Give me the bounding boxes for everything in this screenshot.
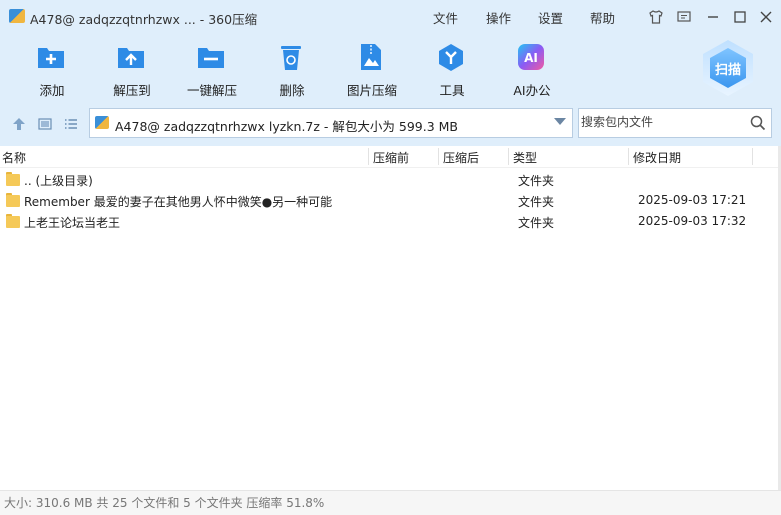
- path-text: A478@ zadqzzqtnrhzwx lyzkn.7z - 解包大小为 59…: [115, 119, 458, 134]
- scan-button[interactable]: 扫描: [703, 40, 753, 96]
- chevron-down-icon[interactable]: [554, 118, 566, 125]
- add-label: 添加: [39, 83, 65, 98]
- column-header: 名称 压缩前 压缩后 类型 修改日期: [0, 146, 781, 168]
- app-logo-icon: [9, 9, 25, 23]
- add-icon: [36, 42, 66, 72]
- column-compressed-before[interactable]: 压缩前: [373, 149, 409, 166]
- file-name: .. (上级目录): [24, 174, 93, 188]
- column-divider[interactable]: [368, 148, 369, 165]
- column-divider[interactable]: [752, 148, 753, 165]
- menu-help[interactable]: 帮助: [590, 8, 615, 27]
- menu-operation[interactable]: 操作: [486, 8, 511, 27]
- scan-label: 扫描: [714, 63, 741, 78]
- skin-shirt-icon[interactable]: [646, 7, 666, 27]
- feedback-icon[interactable]: [674, 7, 694, 27]
- delete-icon: [276, 42, 306, 72]
- search-icon[interactable]: [749, 114, 767, 132]
- column-divider[interactable]: [438, 148, 439, 165]
- list-item[interactable]: .. (上级目录) 文件夹: [0, 169, 778, 190]
- column-modified[interactable]: 修改日期: [633, 149, 681, 166]
- file-type: 文件夹: [518, 216, 555, 230]
- tools-icon: [436, 42, 466, 72]
- list-item[interactable]: Remember 最爱的妻子在其他男人怀中微笑●另一种可能 文件夹 2025-0…: [0, 190, 778, 211]
- column-divider[interactable]: [508, 148, 509, 165]
- file-modified: 2025-09-03 17:32: [638, 214, 747, 228]
- title-bar: A478@ zadqzzqtnrhzwx ... - 360压缩 文件 操作 设…: [0, 0, 781, 34]
- search-box: [578, 108, 772, 138]
- folder-icon: [6, 193, 20, 207]
- ai-office-label: AI办公: [513, 83, 551, 98]
- minimize-icon[interactable]: [703, 7, 723, 27]
- list-item[interactable]: 上老王论坛当老王 文件夹 2025-09-03 17:32: [0, 211, 778, 232]
- close-icon[interactable]: [756, 7, 776, 27]
- ai-icon-text: AI: [524, 51, 538, 65]
- up-arrow-icon[interactable]: [11, 116, 27, 132]
- column-name[interactable]: 名称: [2, 149, 26, 166]
- one-click-extract-button[interactable]: 一键解压: [172, 38, 252, 98]
- delete-button[interactable]: 删除: [252, 38, 332, 98]
- image-compress-icon: [356, 42, 386, 72]
- search-input[interactable]: [579, 109, 741, 135]
- list-view-icon[interactable]: [63, 116, 79, 132]
- status-text: 大小: 310.6 MB 共 25 个文件和 5 个文件夹 压缩率 51.8%: [4, 496, 325, 510]
- extract-to-icon: [116, 42, 146, 72]
- file-type: 文件夹: [518, 174, 555, 188]
- ai-office-icon: AI: [516, 42, 546, 72]
- ai-office-button[interactable]: AI AI办公: [492, 38, 572, 98]
- tools-label: 工具: [439, 83, 465, 98]
- column-type[interactable]: 类型: [513, 149, 537, 166]
- file-modified: 2025-09-03 17:21: [638, 193, 747, 207]
- one-click-extract-label: 一键解压: [186, 83, 237, 98]
- delete-label: 删除: [279, 83, 305, 98]
- tools-button[interactable]: 工具: [412, 38, 492, 98]
- main-toolbar: 添加 解压到 一键解压 删除 图片压缩 工具 AI AI办公 扫描: [0, 34, 781, 102]
- path-field[interactable]: A478@ zadqzzqtnrhzwx lyzkn.7z - 解包大小为 59…: [89, 108, 573, 138]
- file-type: 文件夹: [518, 195, 555, 209]
- address-bar: A478@ zadqzzqtnrhzwx lyzkn.7z - 解包大小为 59…: [0, 102, 781, 146]
- folder-icon: [6, 214, 20, 228]
- thumbnail-view-icon[interactable]: [37, 116, 53, 132]
- file-name: Remember 最爱的妻子在其他男人怀中微笑●另一种可能: [24, 195, 333, 209]
- column-compressed-after[interactable]: 压缩后: [443, 149, 479, 166]
- menu-settings[interactable]: 设置: [538, 8, 563, 27]
- image-compress-button[interactable]: 图片压缩: [332, 38, 412, 98]
- add-button[interactable]: 添加: [12, 38, 92, 98]
- extract-to-button[interactable]: 解压到: [92, 38, 172, 98]
- folder-icon: [6, 172, 20, 186]
- image-compress-label: 图片压缩: [346, 83, 397, 98]
- maximize-icon[interactable]: [730, 7, 750, 27]
- window-title: A478@ zadqzzqtnrhzwx ... - 360压缩: [30, 12, 258, 27]
- status-bar: 大小: 310.6 MB 共 25 个文件和 5 个文件夹 压缩率 51.8%: [0, 490, 781, 515]
- archive-icon: [95, 116, 109, 129]
- extract-to-label: 解压到: [113, 83, 151, 98]
- menu-file[interactable]: 文件: [433, 8, 458, 27]
- one-click-extract-icon: [196, 42, 226, 72]
- column-divider[interactable]: [628, 148, 629, 165]
- file-list: .. (上级目录) 文件夹 Remember 最爱的妻子在其他男人怀中微笑●另一…: [0, 168, 781, 488]
- file-name: 上老王论坛当老王: [24, 216, 121, 230]
